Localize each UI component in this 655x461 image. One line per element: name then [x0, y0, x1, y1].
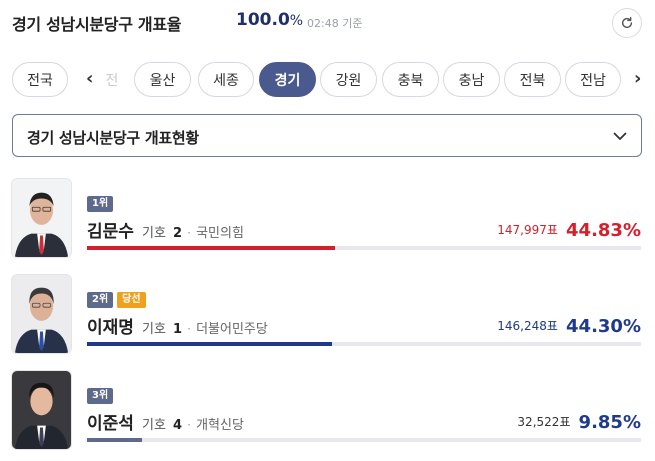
- candidate-info: 이준석 기호 4 · 개혁신당: [87, 409, 244, 434]
- refresh-button[interactable]: [612, 8, 642, 38]
- tab-ulsan[interactable]: 울산: [134, 62, 191, 97]
- tab-chungnam[interactable]: 충남: [443, 62, 500, 97]
- vote-bar-track: [87, 246, 641, 250]
- page-title: 경기 성남시분당구 개표율: [12, 15, 182, 34]
- vote-bar-fill: [87, 438, 142, 442]
- tab-sejong[interactable]: 세종: [198, 62, 254, 97]
- separator-dot: ·: [187, 322, 191, 336]
- tab-jeonnam[interactable]: 전남: [565, 62, 621, 97]
- ballot-number: 4: [173, 418, 183, 433]
- tab-label: 충남: [458, 72, 485, 89]
- tab-label: 충북: [397, 72, 424, 89]
- ballot-number-label: 기호: [142, 418, 166, 433]
- vote-count: 146,248표: [497, 319, 558, 333]
- chevron-right-icon[interactable]: ›: [634, 70, 641, 88]
- candidate-name: 김문수: [87, 222, 134, 242]
- vote-bar-fill: [87, 342, 333, 346]
- vote-bar-fill: [87, 246, 336, 250]
- tab-label: 전남: [580, 72, 606, 89]
- chevron-left-icon[interactable]: ‹: [86, 70, 93, 88]
- candidate-row: 1위 김문수 기호 2 · 국민의힘 147,997표 44.83%: [11, 178, 643, 260]
- vote-percent: 9.85%: [578, 412, 641, 433]
- header: 경기 성남시분당구 개표율 100.0% 02:48 기준: [12, 8, 644, 38]
- vote-result: 146,248표 44.30%: [497, 316, 641, 337]
- party-name: 더불어민주당: [196, 322, 268, 337]
- rank-badge: 2위: [87, 292, 114, 308]
- count-rate-value: 100.0: [236, 10, 290, 30]
- tab-label: 강원: [335, 72, 362, 89]
- region-tabs: 전국 ‹ 전 울산 세종 경기 강원 충북 충남 전북 전남 ›: [12, 62, 652, 98]
- tab-label: 전북: [519, 72, 546, 89]
- vote-bar-track: [87, 438, 641, 442]
- tab-label: 경기: [274, 72, 301, 89]
- ballot-number: 2: [173, 226, 183, 241]
- vote-count: 147,997표: [497, 223, 558, 237]
- tab-label: 세종: [213, 72, 239, 89]
- tab-chungbuk[interactable]: 충북: [382, 62, 439, 97]
- district-select[interactable]: 경기 성남시분당구 개표현황: [12, 114, 642, 157]
- rank-badges: 3위: [87, 388, 114, 404]
- ballot-number-label: 기호: [142, 322, 166, 337]
- candidate-row: 3위 이준석 기호 4 · 개혁신당 32,522표 9.85%: [11, 370, 643, 452]
- candidate-name: 이재명: [87, 318, 134, 338]
- candidate-photo: [11, 178, 72, 258]
- candidate-info: 이재명 기호 1 · 더불어민주당: [87, 313, 268, 338]
- count-rate: 100.0%: [236, 10, 303, 30]
- chevron-down-icon: [613, 132, 627, 140]
- elected-badge: 당선: [117, 292, 146, 308]
- rank-badge: 3위: [87, 388, 114, 404]
- candidate-name: 이준석: [87, 414, 134, 434]
- ballot-number-label: 기호: [142, 226, 166, 241]
- separator-dot: ·: [187, 418, 191, 432]
- tab-nationwide[interactable]: 전국: [12, 62, 68, 97]
- count-rate-unit: %: [289, 13, 304, 29]
- vote-bar-track: [87, 342, 641, 346]
- vote-percent: 44.83%: [566, 220, 641, 241]
- vote-count: 32,522표: [517, 415, 571, 429]
- tab-label: 전국: [27, 72, 53, 89]
- vote-percent: 44.30%: [566, 316, 641, 337]
- ballot-number: 1: [173, 322, 183, 337]
- vote-result: 147,997표 44.83%: [497, 220, 641, 241]
- tab-gyeonggi[interactable]: 경기: [259, 62, 316, 97]
- separator-dot: ·: [187, 226, 191, 240]
- candidate-photo: [11, 274, 72, 354]
- rank-badges: 2위 당선: [87, 292, 146, 308]
- party-name: 국민의힘: [196, 226, 244, 241]
- candidate-photo: [11, 370, 72, 450]
- party-name: 개혁신당: [196, 418, 244, 433]
- tab-label: 울산: [149, 72, 176, 89]
- tab-label: 전: [105, 72, 119, 89]
- candidate-info: 김문수 기호 2 · 국민의힘: [87, 217, 244, 242]
- update-time: 02:48 기준: [307, 17, 363, 30]
- candidate-row: 2위 당선 이재명 기호 1 · 더불어민주당 146,248표 44.30%: [11, 274, 643, 356]
- tab-partial[interactable]: 전: [98, 62, 126, 97]
- tab-jeonbuk[interactable]: 전북: [504, 62, 561, 97]
- rank-badge: 1위: [87, 196, 114, 212]
- rank-badges: 1위: [87, 196, 114, 212]
- tab-gangwon[interactable]: 강원: [320, 62, 377, 97]
- vote-result: 32,522표 9.85%: [517, 412, 641, 433]
- refresh-icon: [621, 16, 633, 29]
- district-select-label: 경기 성남시분당구 개표현황: [27, 129, 199, 147]
